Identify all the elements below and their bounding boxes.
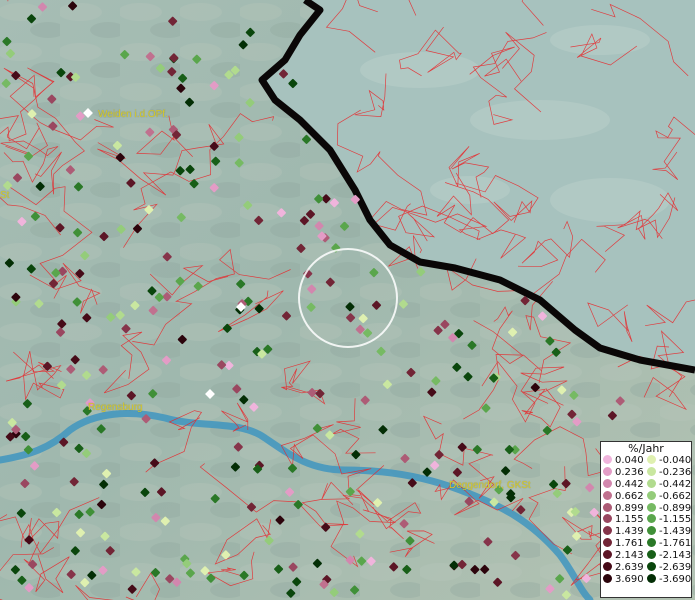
legend-negative-entry: -2.143: [647, 550, 691, 562]
legend-row: 1.155 -1.155: [601, 514, 691, 526]
legend-positive-entry: 0.442: [603, 478, 644, 491]
legend-negative-entry: -0.442: [647, 478, 692, 491]
legend-value-negative: -0.442: [659, 478, 692, 490]
legend-swatch-negative: [647, 538, 656, 548]
legend-value-negative: -0.899: [659, 502, 692, 514]
legend-value-negative: -3.690: [659, 573, 692, 585]
legend-value-negative: -1.439: [659, 526, 692, 538]
legend-value-negative: -2.143: [659, 550, 692, 562]
legend-positive-entry: 0.236: [603, 466, 644, 479]
city-label-deggendorf: Deggendorf, GKSt: [449, 480, 531, 491]
legend-swatch-positive: [603, 466, 612, 476]
legend-value-positive: 0.899: [615, 502, 644, 514]
legend-value-positive: 1.155: [615, 514, 644, 526]
legend-value-positive: 0.662: [615, 490, 644, 502]
legend-value-positive: 0.040: [615, 455, 644, 466]
legend-negative-entry: -3.690: [647, 573, 692, 586]
city-label-regensburg: Regensburg: [88, 402, 143, 413]
legend-swatch-positive: [603, 538, 612, 548]
legend-value-negative: -1.761: [659, 538, 692, 550]
legend-value-positive: 1.761: [615, 538, 644, 550]
legend-swatch-negative: [647, 562, 656, 572]
legend-swatch-positive: [603, 502, 612, 512]
legend-swatch-negative: [647, 550, 656, 560]
legend-positive-entry: 2.143: [603, 550, 644, 562]
legend-swatch-negative: [647, 455, 656, 464]
legend-title: %/Jahr: [628, 442, 664, 455]
legend-value-negative: -2.639: [659, 562, 692, 574]
legend-row: 0.899 -0.899: [601, 502, 692, 515]
map-canvas[interactable]: [0, 0, 695, 600]
legend-row: 1.439 -1.439: [601, 526, 691, 538]
legend-swatch-negative: [647, 466, 656, 476]
city-label-edge: St: [0, 190, 10, 201]
legend-negative-entry: -1.439: [647, 526, 691, 538]
legend-swatch-negative: [647, 514, 656, 524]
legend-positive-entry: 1.155: [603, 514, 644, 526]
legend-swatch-positive: [603, 478, 612, 488]
legend-row: 0.442 -0.442: [601, 478, 692, 491]
legend-swatch-negative: [647, 502, 656, 512]
city-label-weiden: Weiden i.d.OPf.: [98, 109, 168, 120]
legend-value-positive: 2.143: [615, 550, 644, 562]
legend-swatch-negative: [647, 490, 656, 500]
legend-swatch-positive: [603, 455, 612, 464]
legend-swatch-positive: [603, 550, 612, 560]
legend-negative-entry: -0.662: [647, 490, 692, 503]
legend-positive-entry: 2.639: [603, 562, 644, 574]
legend-swatch-positive: [603, 573, 612, 583]
legend-positive-entry: 1.439: [603, 526, 644, 538]
legend-row: 2.639 -2.639: [601, 562, 691, 574]
legend-swatch-positive: [603, 562, 612, 572]
legend-value-negative: -0.236: [659, 466, 692, 478]
legend-row: 3.690 -3.690: [601, 573, 692, 586]
legend-value-positive: 1.439: [615, 526, 644, 538]
legend-row: 1.761 -1.761: [601, 538, 691, 550]
legend-swatch-negative: [647, 573, 656, 583]
legend-positive-entry: 3.690: [603, 573, 644, 586]
legend-swatch-positive: [603, 490, 612, 500]
legend-negative-entry: -1.155: [647, 514, 691, 526]
legend-row: 0.236 -0.236: [601, 466, 692, 479]
legend-swatch-negative: [647, 478, 656, 488]
legend-row: 0.040 -0.040: [601, 455, 691, 467]
legend-negative-entry: -2.639: [647, 562, 691, 574]
legend-value-positive: 0.236: [615, 466, 644, 478]
legend-negative-entry: -0.899: [647, 502, 692, 515]
legend-row: 2.143 -2.143: [601, 550, 691, 562]
legend-positive-entry: 0.662: [603, 490, 644, 503]
legend-row: 0.662 -0.662: [601, 490, 692, 503]
legend-swatch-positive: [603, 526, 612, 536]
legend-value-negative: -1.155: [659, 514, 692, 526]
legend-negative-entry: -0.236: [647, 466, 692, 479]
legend-negative-entry: -1.761: [647, 538, 691, 550]
legend-swatch-negative: [647, 526, 656, 536]
legend-swatch-positive: [603, 514, 612, 524]
legend-positive-entry: 1.761: [603, 538, 644, 550]
legend-value-positive: 2.639: [615, 562, 644, 574]
legend-value-positive: 3.690: [615, 573, 644, 585]
legend-value-negative: -0.662: [659, 490, 692, 502]
legend-negative-entry: -0.040: [647, 455, 691, 467]
legend-positive-entry: 0.040: [603, 455, 644, 467]
map-legend: %/Jahr 0.040 -0.040 0.236 -0.236 0.442 -0.442…: [600, 441, 692, 598]
legend-positive-entry: 0.899: [603, 502, 644, 515]
legend-value-positive: 0.442: [615, 478, 644, 490]
legend-value-negative: -0.040: [659, 455, 692, 466]
